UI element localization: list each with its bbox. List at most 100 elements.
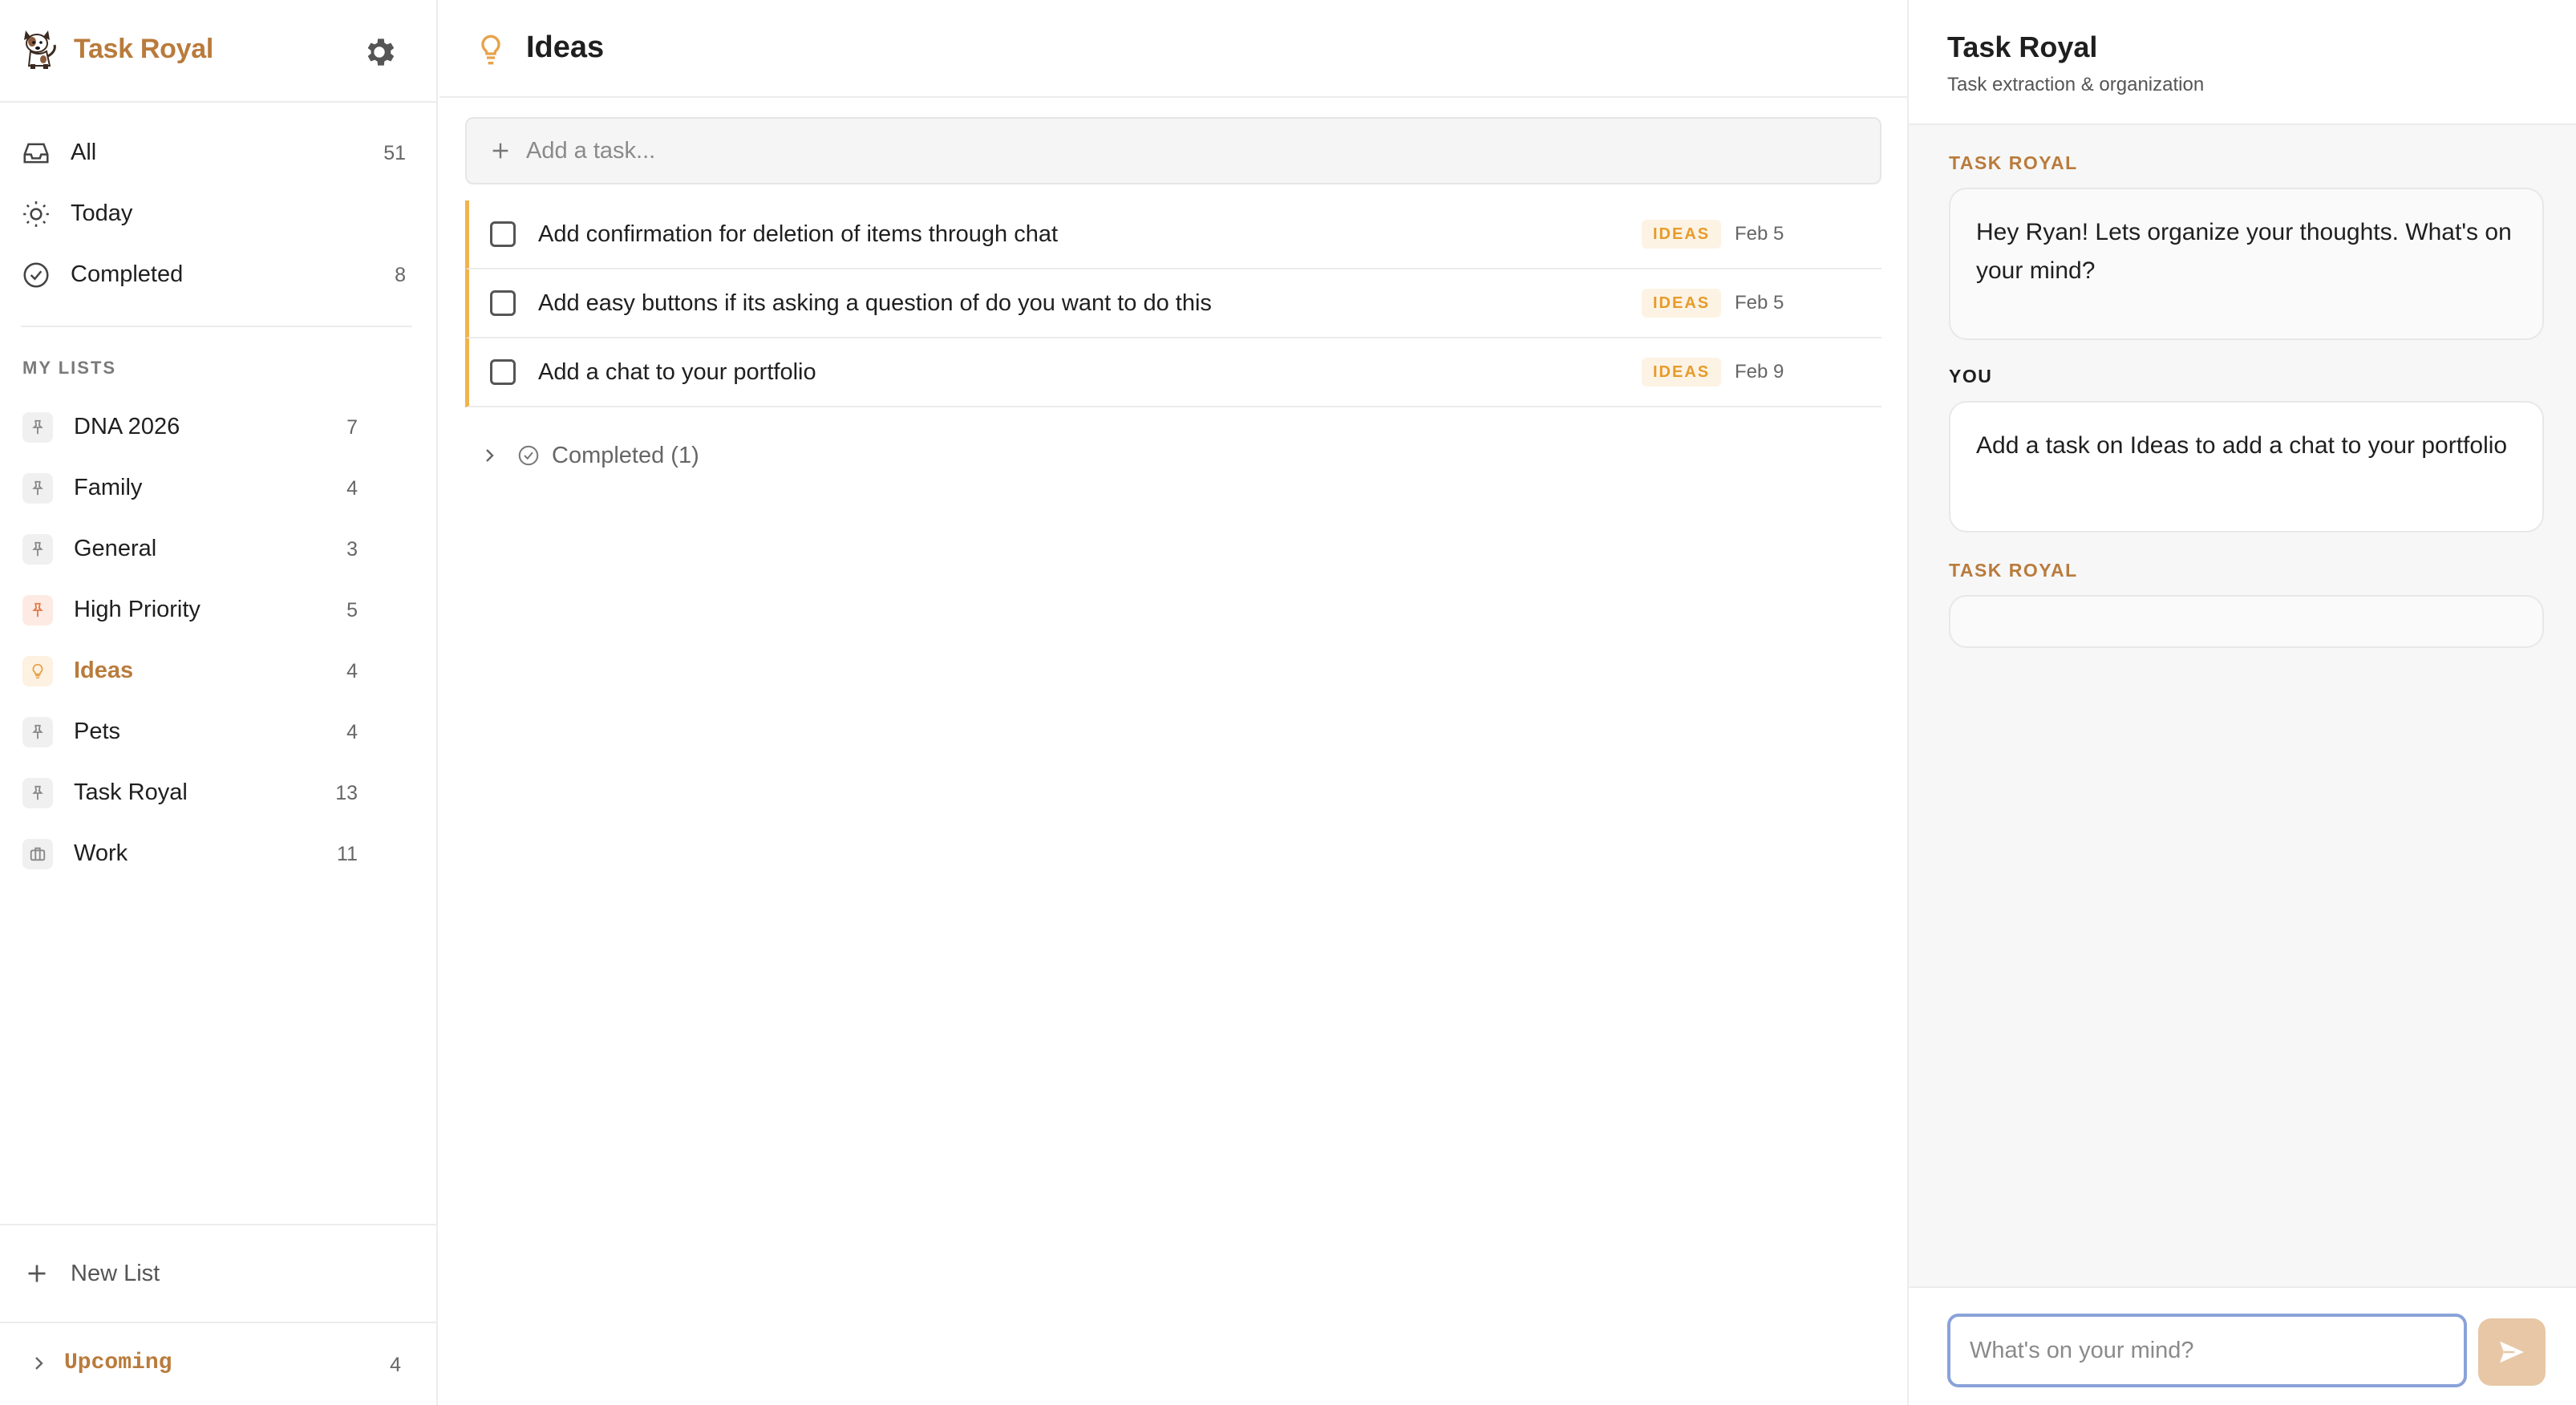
task-checkbox[interactable] — [490, 359, 516, 385]
inbox-icon — [23, 143, 49, 164]
lightbulb-icon — [481, 34, 500, 65]
sidebar-item-work[interactable]: Work 11 — [0, 823, 438, 884]
check-circle-icon — [23, 262, 49, 288]
chat-panel: Task Royal Task extraction & organizatio… — [1907, 0, 2576, 1405]
upcoming-label: Upcoming — [64, 1350, 172, 1375]
sidebar-item-count: 4 — [346, 660, 358, 682]
chat-composer — [1909, 1286, 2576, 1405]
list-chip — [22, 839, 53, 869]
my-lists-header: MY LISTS — [22, 358, 117, 378]
pin-icon — [32, 724, 43, 739]
chat-input[interactable] — [1947, 1314, 2467, 1387]
app-window: Task Royal All 51 Today Completed 8 MY L… — [0, 0, 2576, 1405]
sidebar-item-label: Pets — [74, 719, 121, 744]
add-task-input[interactable]: Add a task... — [465, 117, 1881, 184]
sidebar-item-label: Family — [74, 475, 143, 500]
sidebar-item-high-priority[interactable]: High Priority 5 — [0, 579, 438, 640]
sidebar-item-label: High Priority — [74, 597, 200, 622]
chevron-right-icon — [35, 1357, 43, 1370]
task-list-tag: IDEAS — [1642, 289, 1722, 318]
pin-icon — [32, 602, 43, 617]
list-chip — [22, 656, 53, 686]
sidebar-item-pets[interactable]: Pets 4 — [0, 701, 438, 762]
user-message: Add a task on Ideas to add a chat to you… — [1949, 401, 2544, 532]
chat-subtitle: Task extraction & organization — [1947, 74, 2205, 95]
completed-toggle[interactable]: Completed (1) — [472, 433, 728, 481]
list-chip — [22, 778, 53, 808]
list-chip — [22, 595, 53, 626]
sidebar-item-general[interactable]: General 3 — [0, 518, 438, 579]
message-text: Hey Ryan! Lets organize your thoughts. W… — [1976, 219, 2512, 284]
lightbulb-icon — [32, 663, 43, 679]
sidebar-item-count: 11 — [337, 843, 358, 865]
sidebar-item-count: 4 — [346, 721, 358, 743]
upcoming-count: 4 — [390, 1354, 401, 1376]
message-speaker: TASK ROYAL — [1949, 560, 2078, 581]
check-circle-icon — [518, 445, 539, 466]
sidebar-divider — [21, 326, 412, 327]
task-date: Feb 9 — [1735, 361, 1784, 383]
sidebar-item-label: General — [74, 536, 157, 561]
list-chip — [22, 534, 53, 565]
list-chip — [22, 412, 53, 443]
sidebar-item-count: 4 — [346, 477, 358, 500]
sidebar-item-count: 51 — [383, 142, 406, 164]
task-row[interactable]: Add confirmation for deletion of items t… — [465, 200, 1881, 269]
sidebar-item-label: Task Royal — [74, 779, 188, 805]
task-row[interactable]: Add a chat to your portfolio IDEAS Feb 9 — [465, 338, 1881, 407]
send-button[interactable] — [2478, 1318, 2546, 1386]
pin-icon — [32, 541, 43, 557]
sidebar-item-count: 13 — [335, 782, 358, 804]
dog-logo-icon — [24, 30, 56, 69]
message-speaker: TASK ROYAL — [1949, 152, 2078, 173]
sidebar-item-completed[interactable]: Completed 8 — [0, 244, 438, 305]
new-list-button[interactable]: New List — [0, 1243, 438, 1304]
assistant-message-pending — [1949, 595, 2544, 648]
task-checkbox[interactable] — [490, 290, 516, 316]
chat-header: Task Royal Task extraction & organizatio… — [1909, 0, 2576, 125]
add-task-placeholder: Add a task... — [526, 138, 656, 164]
upcoming-toggle[interactable]: Upcoming 4 — [0, 1334, 438, 1392]
send-icon — [2500, 1341, 2524, 1363]
sidebar-item-label: Completed — [71, 261, 184, 287]
task-checkbox[interactable] — [490, 221, 516, 247]
sidebar-item-all[interactable]: All 51 — [0, 122, 438, 183]
sidebar-item-count: 8 — [395, 264, 406, 286]
pin-icon — [32, 785, 43, 800]
message-text: Add a task on Ideas to add a chat to you… — [1976, 432, 2508, 459]
task-date: Feb 5 — [1735, 223, 1784, 245]
message-speaker: YOU — [1949, 366, 1993, 387]
sidebar-item-ideas[interactable]: Ideas 4 — [0, 640, 438, 701]
task-row[interactable]: Add easy buttons if its asking a questio… — [465, 269, 1881, 338]
sidebar-item-label: Today — [71, 200, 133, 226]
task-text: Add a chat to your portfolio — [538, 359, 816, 385]
gear-icon[interactable] — [361, 34, 398, 71]
sidebar-item-count: 7 — [346, 416, 358, 439]
task-list-tag: IDEAS — [1642, 358, 1722, 387]
list-chip — [22, 717, 53, 747]
briefcase-icon — [30, 847, 46, 861]
pin-icon — [32, 480, 43, 496]
sidebar-item-dna-2026[interactable]: DNA 2026 7 — [0, 396, 438, 457]
brand-header: Task Royal — [0, 0, 438, 103]
task-list-tag: IDEAS — [1642, 220, 1722, 249]
sidebar-divider — [0, 1224, 438, 1225]
list-chip — [22, 473, 53, 504]
sun-icon — [23, 201, 49, 227]
assistant-message: Hey Ryan! Lets organize your thoughts. W… — [1949, 188, 2544, 340]
completed-toggle-label: Completed (1) — [552, 443, 699, 468]
sidebar-item-family[interactable]: Family 4 — [0, 457, 438, 518]
sidebar-item-task-royal[interactable]: Task Royal 13 — [0, 762, 438, 823]
task-text: Add confirmation for deletion of items t… — [538, 221, 1059, 247]
list-header: Ideas — [439, 0, 1907, 98]
sidebar-divider — [0, 1322, 438, 1323]
sidebar-item-label: Ideas — [74, 658, 134, 683]
sidebar-item-label: All — [71, 140, 97, 165]
sidebar-item-count: 5 — [346, 599, 358, 622]
sidebar: Task Royal All 51 Today Completed 8 MY L… — [0, 0, 438, 1405]
main-panel: Ideas Add a task... Add confirmation for… — [439, 0, 1907, 1405]
task-date: Feb 5 — [1735, 292, 1784, 314]
plus-icon — [492, 143, 508, 159]
sidebar-item-today[interactable]: Today — [0, 183, 438, 244]
plus-icon — [28, 1265, 46, 1282]
